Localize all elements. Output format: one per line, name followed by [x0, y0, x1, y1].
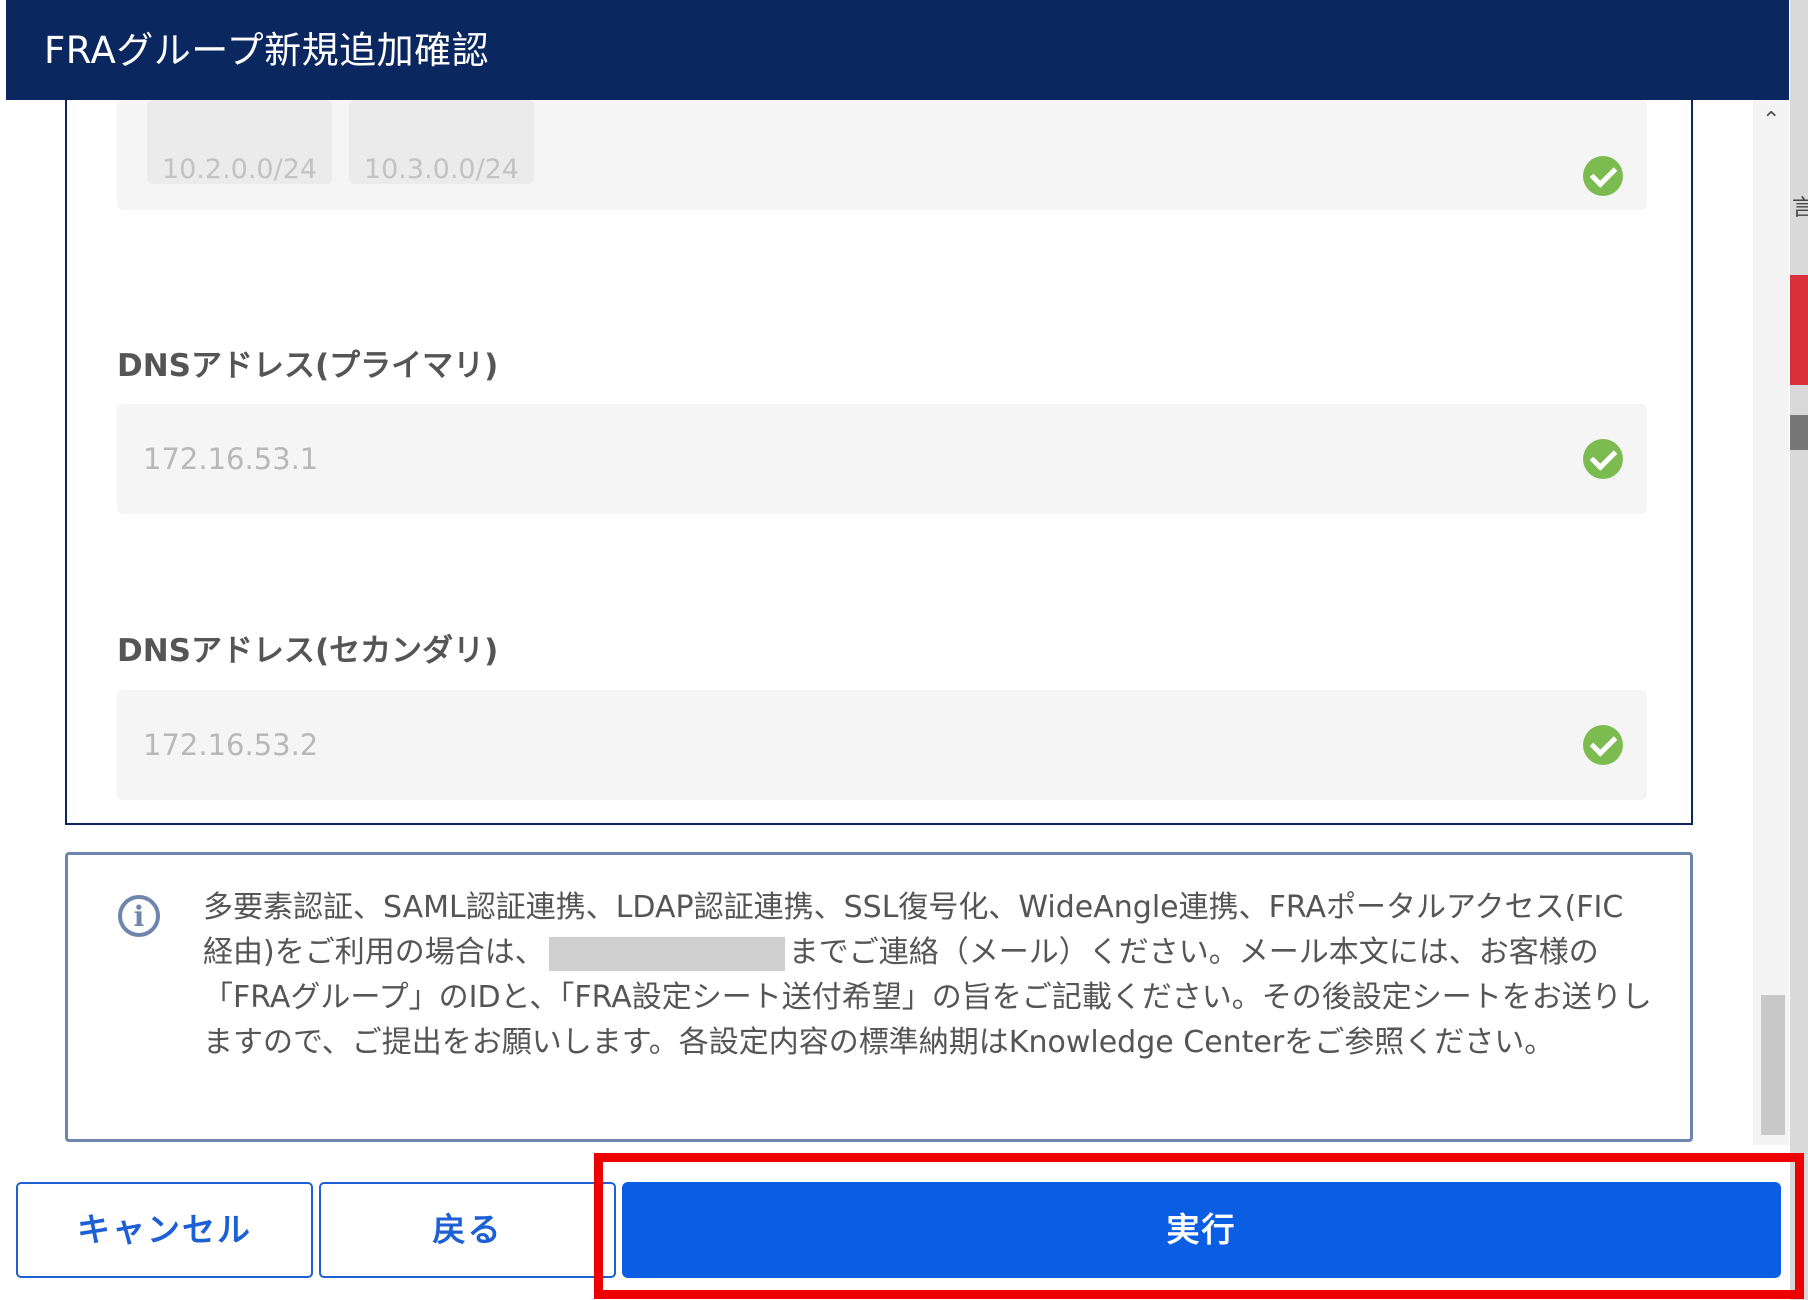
- cancel-button[interactable]: キャンセル: [16, 1182, 313, 1278]
- background-page-edge: 言: [1790, 0, 1808, 1300]
- notice-box: i 多要素認証、SAML認証連携、LDAP認証連携、SSL復号化、WideAng…: [65, 852, 1693, 1142]
- check-icon: [1583, 156, 1623, 196]
- dns-primary-label: DNSアドレス(プライマリ): [117, 348, 499, 384]
- execute-button[interactable]: 実行: [622, 1182, 1781, 1278]
- confirm-dialog: FRAグループ新規追加確認 10.2.0.0/24 10.3.0.0/24 DN…: [6, 0, 1789, 1300]
- scrollbar-thumb[interactable]: [1761, 995, 1785, 1135]
- background-glyph: 言: [1792, 196, 1808, 221]
- notice-text: 多要素認証、SAML認証連携、LDAP認証連携、SSL復号化、WideAngle…: [203, 885, 1653, 1065]
- back-button[interactable]: 戻る: [319, 1182, 616, 1278]
- dialog-footer: キャンセル 戻る 実行: [6, 1145, 1789, 1300]
- vertical-scrollbar[interactable]: ⌃: [1753, 100, 1789, 1145]
- dialog-title: FRAグループ新規追加確認: [6, 0, 1789, 100]
- subnet-chip: 10.2.0.0/24: [147, 100, 332, 184]
- check-icon: [1583, 439, 1623, 479]
- redacted-email: [548, 936, 785, 971]
- dns-secondary-field: 172.16.53.2: [117, 690, 1647, 800]
- background-dark-bar: [1790, 415, 1808, 450]
- subnet-chip: 10.3.0.0/24: [349, 100, 534, 184]
- check-icon: [1583, 725, 1623, 765]
- chevron-up-icon[interactable]: ⌃: [1762, 110, 1780, 132]
- subnet-field: 10.2.0.0/24 10.3.0.0/24: [117, 100, 1647, 210]
- info-icon: i: [118, 895, 160, 937]
- dialog-body[interactable]: 10.2.0.0/24 10.3.0.0/24 DNSアドレス(プライマリ) 1…: [6, 100, 1789, 1145]
- dns-primary-field: 172.16.53.1: [117, 404, 1647, 514]
- dns-secondary-label: DNSアドレス(セカンダリ): [117, 633, 499, 669]
- page: 言 FRAグループ新規追加確認 10.2.0.0/24 10.3.0.0/24 …: [0, 0, 1808, 1300]
- background-red-bar: [1790, 275, 1808, 385]
- dns-secondary-value: 172.16.53.2: [143, 728, 319, 762]
- dns-primary-value: 172.16.53.1: [143, 442, 319, 476]
- form-panel: 10.2.0.0/24 10.3.0.0/24 DNSアドレス(プライマリ) 1…: [65, 100, 1693, 825]
